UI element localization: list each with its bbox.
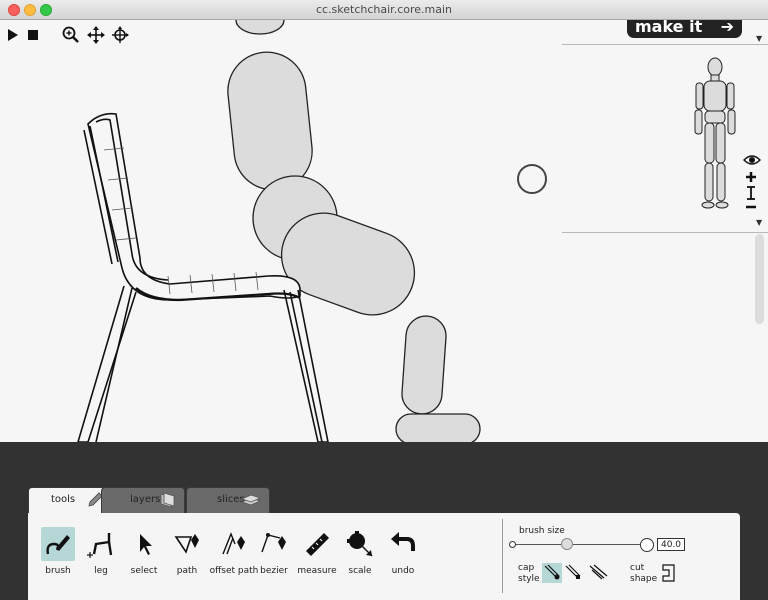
panel-divider: [502, 519, 503, 593]
slider-max-icon: [640, 538, 654, 552]
stop-button[interactable]: [24, 26, 42, 44]
brush-size-value[interactable]: 40.0: [657, 538, 685, 551]
move-icon: [87, 26, 105, 44]
cap-style-round-button[interactable]: [542, 563, 562, 583]
cut-shape-button[interactable]: [659, 563, 679, 583]
cap-flat-icon: [589, 564, 608, 580]
undo-icon: [391, 532, 415, 551]
scale-icon: [347, 531, 373, 557]
bezier-icon: [261, 533, 286, 553]
ergonomic-figure: [227, 20, 481, 442]
design-canvas[interactable]: make it ➔ ▼ ▼: [0, 20, 768, 442]
bottom-panel: tools layers slices brush leg select pat…: [0, 442, 768, 600]
tab-layers[interactable]: layers: [101, 487, 185, 513]
cap-style-label-2: style: [518, 574, 540, 584]
height-icon[interactable]: [746, 185, 756, 201]
tab-slices[interactable]: slices: [186, 487, 270, 513]
tools-panel: brush leg select path offset path bezier…: [28, 513, 740, 600]
tool-undo-label: undo: [391, 566, 415, 576]
brush-size-label: brush size: [519, 526, 565, 536]
eye-icon[interactable]: [743, 153, 761, 167]
chevron-down-icon[interactable]: ▼: [756, 218, 762, 227]
cut-shape-icon: [662, 564, 675, 582]
slices-icon: [241, 494, 261, 506]
cap-style-flat-button[interactable]: [588, 563, 608, 583]
play-icon: [8, 29, 18, 41]
brush-icon: [46, 535, 70, 555]
figure-preview-panel: ▼: [562, 44, 768, 233]
cap-square-icon: [565, 564, 581, 579]
minus-icon[interactable]: [745, 203, 757, 211]
zoom-icon: [62, 26, 79, 43]
make-it-button[interactable]: make it ➔: [627, 20, 742, 38]
path-icon: [174, 534, 199, 554]
brush-cursor: [517, 164, 547, 194]
offset-path-icon: [222, 532, 245, 555]
select-icon: [140, 534, 152, 555]
plus-icon[interactable]: [745, 171, 757, 183]
window-title: cc.sketchchair.core.main: [315, 3, 453, 16]
tab-tools-label: tools: [51, 494, 76, 505]
leg-icon: [87, 533, 113, 558]
brush-size-slider-handle[interactable]: [561, 538, 573, 550]
vertical-scrollbar[interactable]: [755, 234, 764, 324]
arrow-right-icon: ➔: [720, 20, 734, 36]
figure-preview-icon: [694, 57, 736, 209]
title-bar: cc.sketchchair.core.main: [0, 0, 768, 20]
tab-tools[interactable]: tools: [28, 487, 112, 513]
cap-style-square-button[interactable]: [563, 563, 583, 583]
chair-scene: [77, 20, 481, 442]
play-button[interactable]: [4, 26, 22, 44]
cap-round-icon: [544, 564, 560, 580]
cut-shape-label-2: shape: [630, 574, 658, 584]
slider-min-icon: [509, 541, 516, 548]
chevron-down-icon[interactable]: ▼: [756, 34, 762, 43]
tool-undo[interactable]: undo: [377, 527, 429, 587]
zoom-button[interactable]: [62, 26, 80, 44]
measure-icon: [306, 533, 329, 556]
rotate-button[interactable]: [111, 26, 129, 44]
pan-button[interactable]: [87, 26, 105, 44]
tab-layers-label: layers: [130, 494, 161, 505]
rotate-icon: [112, 26, 129, 43]
make-it-label: make it: [635, 20, 703, 36]
layers-icon: [160, 492, 175, 508]
brush-size-slider[interactable]: [514, 544, 640, 545]
stop-icon: [28, 30, 38, 40]
